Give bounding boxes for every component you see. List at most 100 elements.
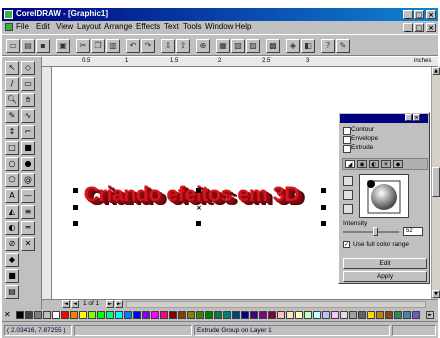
color-swatch[interactable] <box>259 311 267 319</box>
menu-help[interactable]: Help <box>235 22 251 31</box>
toolbar-icon-a[interactable]: ▧ <box>231 39 245 53</box>
color-swatch[interactable] <box>394 311 402 319</box>
scroll-down-icon[interactable]: ▼ <box>432 290 440 298</box>
color-swatch[interactable] <box>178 311 186 319</box>
color-swatch[interactable] <box>151 311 159 319</box>
toolbar-icon-e[interactable]: ◧ <box>301 39 315 53</box>
color-swatch[interactable] <box>295 311 303 319</box>
color-swatch[interactable] <box>367 311 375 319</box>
docker-minimize-button[interactable]: _ <box>405 114 412 121</box>
color-swatch[interactable] <box>205 311 213 319</box>
no-color-icon[interactable]: ✕ <box>4 310 11 319</box>
docker-close-button[interactable]: × <box>413 114 420 121</box>
color-swatch[interactable] <box>277 311 285 319</box>
color-swatch[interactable] <box>322 311 330 319</box>
extrude-tab-rotate[interactable]: ◉ <box>357 160 367 168</box>
color-swatch[interactable] <box>250 311 258 319</box>
whats-this-icon[interactable]: ✎ <box>336 39 350 53</box>
knife-tool-icon[interactable]: ∕ <box>5 77 19 91</box>
eraser-tool-icon[interactable]: ▭ <box>21 77 35 91</box>
intensity-value-field[interactable]: 52 <box>403 227 423 236</box>
zoom-tool-icon[interactable]: 🔍︎ <box>5 93 19 107</box>
color-swatch[interactable] <box>34 311 42 319</box>
color-swatch[interactable] <box>232 311 240 319</box>
selection-handle[interactable] <box>73 188 78 193</box>
outline-tool-icon[interactable]: — <box>21 189 35 203</box>
color-swatch[interactable] <box>61 311 69 319</box>
color-swatch[interactable] <box>412 311 420 319</box>
color-swatch[interactable] <box>97 311 105 319</box>
color-swatch[interactable] <box>403 311 411 319</box>
color-swatch[interactable] <box>376 311 384 319</box>
doc-close-button[interactable]: × <box>426 23 436 32</box>
eyedropper-tool-icon[interactable]: ⊘ <box>5 237 19 251</box>
circle-tool-icon[interactable]: ● <box>21 157 35 171</box>
color-swatch[interactable] <box>133 311 141 319</box>
close-button[interactable]: × <box>426 10 436 19</box>
pan-tool-icon[interactable]: ✋︎ <box>21 93 35 107</box>
no-outline-icon[interactable]: ✕ <box>21 237 35 251</box>
color-swatch[interactable] <box>385 311 393 319</box>
horizontal-ruler[interactable]: 0.5 1 1.5 2 2.5 3 inches <box>42 57 438 67</box>
save-icon[interactable]: ▪ <box>36 39 50 53</box>
selection-handle[interactable] <box>196 221 201 226</box>
color-swatch[interactable] <box>169 311 177 319</box>
bezier-tool-icon[interactable]: ∿ <box>21 109 35 123</box>
color-swatch[interactable] <box>16 311 24 319</box>
color-fill-icon[interactable]: ■ <box>5 269 19 283</box>
selection-handle[interactable] <box>321 188 326 193</box>
open-icon[interactable]: ▤ <box>21 39 35 53</box>
selection-handle[interactable] <box>196 188 201 193</box>
color-swatch[interactable] <box>214 311 222 319</box>
color-swatch[interactable] <box>331 311 339 319</box>
intensity-slider-track[interactable] <box>343 231 399 233</box>
extrude-tab-light[interactable]: ☀ <box>381 160 391 168</box>
vertical-scrollbar[interactable]: ▲ ▼ <box>431 67 440 299</box>
menu-arrange[interactable]: Arrange <box>104 22 132 31</box>
freehand-tool-icon[interactable]: ✎ <box>5 109 19 123</box>
color-swatch[interactable] <box>115 311 123 319</box>
menu-edit[interactable]: Edit <box>36 22 50 31</box>
light-2-button[interactable] <box>343 190 353 200</box>
selection-handle[interactable] <box>73 221 78 226</box>
text-tool-icon[interactable]: A <box>5 189 19 203</box>
export-icon[interactable]: ⇧ <box>176 39 190 53</box>
spiral-tool-icon[interactable]: @ <box>21 173 35 187</box>
menu-view[interactable]: View <box>56 22 73 31</box>
color-swatch[interactable] <box>358 311 366 319</box>
color-swatch[interactable] <box>313 311 321 319</box>
new-icon[interactable]: ▭ <box>6 39 20 53</box>
line-style-icon[interactable]: ═ <box>21 221 35 235</box>
square-tool-icon[interactable]: ■ <box>21 141 35 155</box>
extrude-tab-bevel[interactable]: ◆ <box>393 160 403 168</box>
copy-icon[interactable]: ❐ <box>91 39 105 53</box>
vertical-ruler[interactable] <box>42 67 52 299</box>
rectangle-tool-icon[interactable]: □ <box>5 141 19 155</box>
prev-page-icon[interactable]: ◄ <box>71 300 79 308</box>
color-swatch[interactable] <box>304 311 312 319</box>
intensity-slider-thumb[interactable] <box>373 227 378 236</box>
interactive-fill-icon[interactable]: ◭ <box>5 205 19 219</box>
menu-effects[interactable]: Effects <box>136 22 160 31</box>
gradient-fill-icon[interactable]: ▤ <box>5 285 19 299</box>
pick-tool-icon[interactable]: ↖ <box>5 61 19 75</box>
doc-restore-button[interactable]: □ <box>414 23 424 32</box>
menu-text[interactable]: Text <box>164 22 179 31</box>
docker-item-contour[interactable]: Contour <box>351 126 374 133</box>
edit-button[interactable]: Edit <box>343 258 427 269</box>
menu-window[interactable]: Window <box>205 22 233 31</box>
docker-item-envelope[interactable]: Envelope <box>351 135 378 142</box>
color-swatch[interactable] <box>88 311 96 319</box>
outline-width-icon[interactable]: ≡ <box>21 205 35 219</box>
connector-tool-icon[interactable]: ⌐ <box>21 125 35 139</box>
menu-layout[interactable]: Layout <box>77 22 101 31</box>
color-swatch[interactable] <box>349 311 357 319</box>
zoom-icon[interactable]: ⊕ <box>196 39 210 53</box>
lighting-preview[interactable] <box>359 174 409 218</box>
shape-tool-icon[interactable]: ◇ <box>21 61 35 75</box>
color-swatch[interactable] <box>142 311 150 319</box>
apply-button[interactable]: Apply <box>343 271 427 282</box>
toolbar-icon-b[interactable]: ▨ <box>246 39 260 53</box>
extrude-tab-shape[interactable]: ◢ <box>345 160 355 168</box>
selection-handle[interactable] <box>321 205 326 210</box>
